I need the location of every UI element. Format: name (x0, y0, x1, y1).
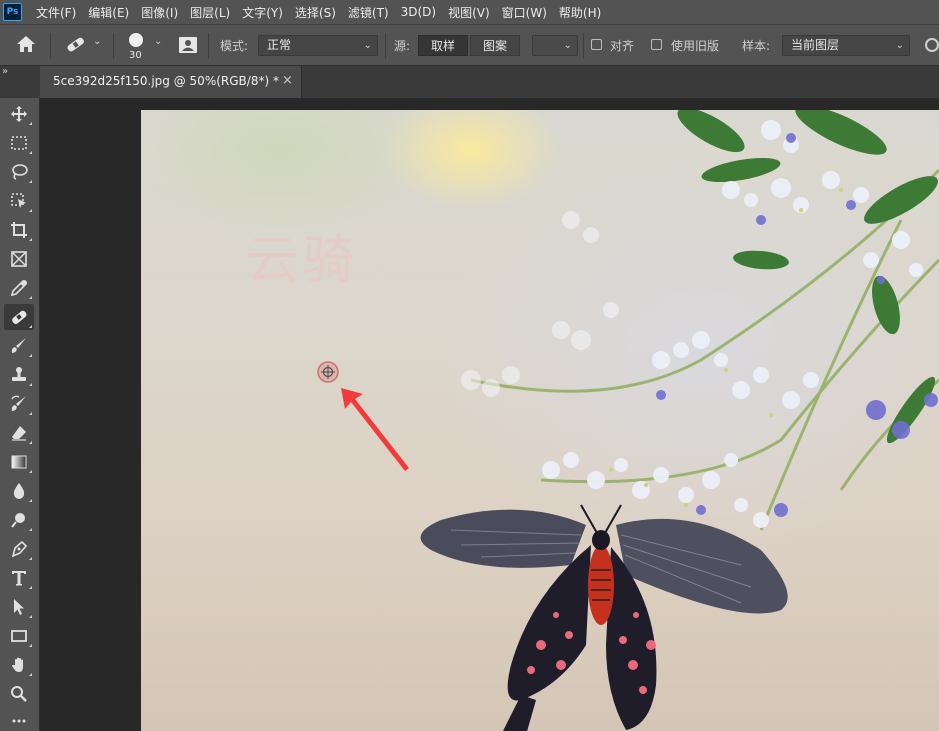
dodge-tool-icon[interactable] (4, 507, 34, 533)
blur-tool-icon[interactable] (4, 478, 34, 504)
brush-chevron-down-icon[interactable]: ⌄ (154, 36, 162, 47)
source-pattern-button[interactable]: 图案 (470, 35, 520, 56)
close-icon[interactable]: × (282, 73, 293, 88)
butterfly-image (420, 504, 788, 731)
crop-tool-icon[interactable] (4, 217, 34, 243)
menu-layer[interactable]: 图层(L) (190, 4, 230, 21)
sample-chevron-down-icon: ⌄ (895, 40, 904, 51)
clone-stamp-tool-icon[interactable] (4, 362, 34, 388)
menu-view[interactable]: 视图(V) (448, 4, 490, 21)
pen-tool-icon[interactable] (4, 536, 34, 562)
rectangle-tool-icon[interactable] (4, 623, 34, 649)
document-tab-strip: » 5ce392d25f150.jpg @ 50%(RGB/8*) * × (0, 66, 939, 98)
menu-filter[interactable]: 滤镜(T) (348, 4, 389, 21)
healing-brush-preset-icon[interactable] (64, 34, 88, 59)
menu-image[interactable]: 图像(I) (141, 4, 178, 21)
source-label: 源: (394, 39, 411, 53)
menu-edit[interactable]: 编辑(E) (88, 4, 129, 21)
healing-brush-tool-icon[interactable] (4, 304, 34, 330)
menu-3d[interactable]: 3D(D) (401, 5, 436, 19)
document-canvas-image[interactable]: 云骑 (141, 110, 939, 731)
pattern-chevron-down-icon: ⌄ (563, 40, 572, 51)
eraser-tool-icon[interactable] (4, 420, 34, 446)
brush-tip-icon[interactable] (127, 31, 145, 52)
annotation-arrow (341, 388, 409, 471)
document-tab[interactable]: 5ce392d25f150.jpg @ 50%(RGB/8*) * × (40, 66, 302, 98)
use-legacy-label: 使用旧版 (671, 39, 720, 53)
align-label: 对齐 (610, 39, 635, 53)
align-checkbox[interactable] (591, 39, 602, 50)
home-icon[interactable] (16, 35, 36, 56)
panel-collapse-icon[interactable]: » (2, 66, 8, 77)
menu-help[interactable]: 帮助(H) (559, 4, 601, 21)
use-legacy-checkbox[interactable] (651, 39, 662, 50)
brush-tool-icon[interactable] (4, 333, 34, 359)
object-select-tool-icon[interactable] (4, 188, 34, 214)
photoshop-logo-icon: Ps (3, 3, 22, 21)
ignore-adjustment-layers-icon[interactable] (922, 36, 939, 57)
gradient-tool-icon[interactable] (4, 449, 34, 475)
menu-type[interactable]: 文字(Y) (242, 4, 283, 21)
mode-value: 正常 (267, 38, 292, 52)
eyedropper-tool-icon[interactable] (4, 275, 34, 301)
sample-label: 样本: (742, 39, 771, 53)
menu-select[interactable]: 选择(S) (295, 4, 336, 21)
marquee-tool-icon[interactable] (4, 130, 34, 156)
lasso-tool-icon[interactable] (4, 159, 34, 185)
menu-bar: Ps 文件(F) 编辑(E) 图像(I) 图层(L) 文字(Y) 选择(S) 滤… (0, 0, 939, 24)
frame-tool-icon[interactable] (4, 246, 34, 272)
menu-window[interactable]: 窗口(W) (502, 4, 547, 21)
source-sampled-button[interactable]: 取样 (418, 35, 468, 56)
hand-tool-icon[interactable] (4, 652, 34, 678)
history-brush-tool-icon[interactable] (4, 391, 34, 417)
type-tool-icon[interactable] (4, 565, 34, 591)
watermark-text: 云骑 (246, 231, 359, 291)
options-bar: ⌄ 30 ⌄ 模式: 正常 ⌄ 源: 取样 图案 ⌄ 对齐 使用旧版 样本: 当… (0, 24, 939, 66)
mode-label: 模式: (220, 39, 249, 53)
tools-panel (0, 98, 40, 731)
move-tool-icon[interactable] (4, 101, 34, 127)
more-tools-icon[interactable] (4, 710, 34, 730)
mode-chevron-down-icon: ⌄ (363, 40, 372, 51)
mode-dropdown[interactable]: 正常 ⌄ (258, 35, 378, 56)
sample-dropdown[interactable]: 当前图层 ⌄ (782, 35, 910, 56)
clone-source-panel-icon[interactable] (178, 36, 198, 57)
document-tab-title: 5ce392d25f150.jpg @ 50%(RGB/8*) * (53, 74, 279, 88)
pattern-picker-dropdown[interactable]: ⌄ (532, 35, 578, 56)
sample-value: 当前图层 (791, 38, 840, 52)
menu-file[interactable]: 文件(F) (36, 4, 76, 21)
zoom-tool-icon[interactable] (4, 681, 34, 707)
preset-chevron-down-icon[interactable]: ⌄ (93, 36, 101, 47)
brush-size-value: 30 (129, 50, 142, 61)
path-select-tool-icon[interactable] (4, 594, 34, 620)
